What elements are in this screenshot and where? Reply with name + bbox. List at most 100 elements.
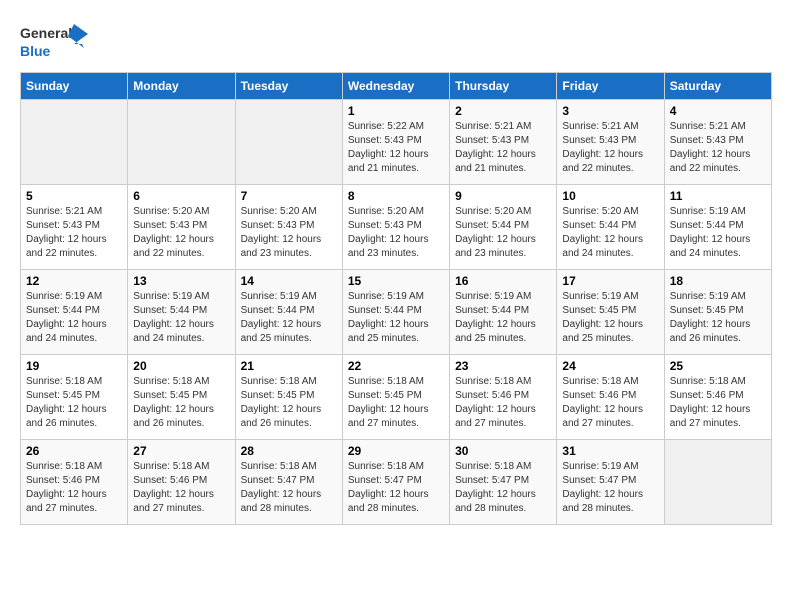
calendar-week-2: 5 Sunrise: 5:21 AM Sunset: 5:43 PM Daylig…: [21, 185, 772, 270]
day-info: Sunrise: 5:19 AM Sunset: 5:45 PM Dayligh…: [562, 290, 658, 346]
day-info: Sunrise: 5:21 AM Sunset: 5:43 PM Dayligh…: [455, 120, 551, 176]
calendar-cell: 10Sunrise: 5:20 AM Sunset: 5:44 PM Dayli…: [557, 185, 664, 270]
day-number: 21: [241, 359, 337, 373]
day-number: 13: [133, 274, 229, 288]
header-cell-saturday: Saturday: [664, 73, 771, 100]
day-number: 20: [133, 359, 229, 373]
calendar-cell: 25Sunrise: 5:18 AM Sunset: 5:46 PM Dayli…: [664, 355, 771, 440]
day-number: 2: [455, 104, 551, 118]
calendar-cell: 26 Sunrise: 5:18 AM Sunset: 5:46 PM Dayli…: [21, 440, 128, 525]
svg-text:General: General: [20, 25, 72, 41]
day-info: Sunrise: 5:20 AM Sunset: 5:44 PM Dayligh…: [455, 205, 551, 261]
day-info: Sunrise: 5:21 AM Sunset: 5:43 PM Dayligh…: [26, 205, 122, 261]
calendar-cell: 11 Sunrise: 5:19 AM Sunset: 5:44 PM Dayli…: [664, 185, 771, 270]
svg-text:Blue: Blue: [20, 43, 51, 59]
day-number: 16: [455, 274, 551, 288]
calendar-cell: 31Sunrise: 5:19 AM Sunset: 5:47 PM Dayli…: [557, 440, 664, 525]
calendar-cell: 23 Sunrise: 5:18 AM Sunset: 5:46 PM Dayli…: [450, 355, 557, 440]
day-info: Sunrise: 5:18 AM Sunset: 5:46 PM Dayligh…: [133, 460, 229, 516]
calendar-cell: 28 Sunrise: 5:18 AM Sunset: 5:47 PM Dayli…: [235, 440, 342, 525]
day-number: 15: [348, 274, 444, 288]
calendar-cell: 6 Sunrise: 5:20 AM Sunset: 5:43 PM Daylig…: [128, 185, 235, 270]
day-info: Sunrise: 5:18 AM Sunset: 5:45 PM Dayligh…: [348, 375, 444, 431]
day-number: 26: [26, 444, 122, 458]
calendar-cell: 16Sunrise: 5:19 AM Sunset: 5:44 PM Dayli…: [450, 270, 557, 355]
day-info: Sunrise: 5:20 AM Sunset: 5:43 PM Dayligh…: [348, 205, 444, 261]
calendar-cell: 13Sunrise: 5:19 AM Sunset: 5:44 PM Dayli…: [128, 270, 235, 355]
day-info: Sunrise: 5:18 AM Sunset: 5:46 PM Dayligh…: [26, 460, 122, 516]
day-number: 9: [455, 189, 551, 203]
day-info: Sunrise: 5:18 AM Sunset: 5:45 PM Dayligh…: [241, 375, 337, 431]
day-number: 12: [26, 274, 122, 288]
logo: General Blue: [20, 20, 90, 62]
calendar-header: SundayMondayTuesdayWednesdayThursdayFrid…: [21, 73, 772, 100]
calendar-cell: 9 Sunrise: 5:20 AM Sunset: 5:44 PM Daylig…: [450, 185, 557, 270]
day-info: Sunrise: 5:18 AM Sunset: 5:45 PM Dayligh…: [26, 375, 122, 431]
day-number: 7: [241, 189, 337, 203]
header-cell-friday: Friday: [557, 73, 664, 100]
day-info: Sunrise: 5:19 AM Sunset: 5:44 PM Dayligh…: [670, 205, 766, 261]
header-cell-wednesday: Wednesday: [342, 73, 449, 100]
calendar-body: 1 Sunrise: 5:22 AM Sunset: 5:43 PM Daylig…: [21, 100, 772, 525]
calendar-cell: 12 Sunrise: 5:19 AM Sunset: 5:44 PM Dayli…: [21, 270, 128, 355]
calendar-cell: 14 Sunrise: 5:19 AM Sunset: 5:44 PM Dayli…: [235, 270, 342, 355]
calendar-week-1: 1 Sunrise: 5:22 AM Sunset: 5:43 PM Daylig…: [21, 100, 772, 185]
day-number: 31: [562, 444, 658, 458]
calendar-cell: 21 Sunrise: 5:18 AM Sunset: 5:45 PM Dayli…: [235, 355, 342, 440]
calendar-cell: 8Sunrise: 5:20 AM Sunset: 5:43 PM Daylig…: [342, 185, 449, 270]
day-number: 14: [241, 274, 337, 288]
logo-svg: General Blue: [20, 20, 90, 62]
day-info: Sunrise: 5:18 AM Sunset: 5:45 PM Dayligh…: [133, 375, 229, 431]
calendar-cell: 2 Sunrise: 5:21 AM Sunset: 5:43 PM Daylig…: [450, 100, 557, 185]
day-info: Sunrise: 5:18 AM Sunset: 5:46 PM Dayligh…: [562, 375, 658, 431]
day-number: 5: [26, 189, 122, 203]
day-number: 18: [670, 274, 766, 288]
calendar-table: SundayMondayTuesdayWednesdayThursdayFrid…: [20, 72, 772, 525]
day-info: Sunrise: 5:20 AM Sunset: 5:43 PM Dayligh…: [133, 205, 229, 261]
day-number: 30: [455, 444, 551, 458]
day-number: 24: [562, 359, 658, 373]
calendar-cell: 1 Sunrise: 5:22 AM Sunset: 5:43 PM Daylig…: [342, 100, 449, 185]
calendar-week-4: 19 Sunrise: 5:18 AM Sunset: 5:45 PM Dayli…: [21, 355, 772, 440]
day-number: 6: [133, 189, 229, 203]
calendar-cell: 5 Sunrise: 5:21 AM Sunset: 5:43 PM Daylig…: [21, 185, 128, 270]
day-number: 19: [26, 359, 122, 373]
calendar-week-5: 26 Sunrise: 5:18 AM Sunset: 5:46 PM Dayli…: [21, 440, 772, 525]
day-info: Sunrise: 5:19 AM Sunset: 5:44 PM Dayligh…: [241, 290, 337, 346]
calendar-cell: [21, 100, 128, 185]
calendar-cell: 7Sunrise: 5:20 AM Sunset: 5:43 PM Daylig…: [235, 185, 342, 270]
day-number: 23: [455, 359, 551, 373]
calendar-cell: 27 Sunrise: 5:18 AM Sunset: 5:46 PM Dayli…: [128, 440, 235, 525]
page-header: General Blue: [20, 20, 772, 62]
day-number: 29: [348, 444, 444, 458]
day-info: Sunrise: 5:19 AM Sunset: 5:44 PM Dayligh…: [348, 290, 444, 346]
day-number: 11: [670, 189, 766, 203]
day-number: 27: [133, 444, 229, 458]
header-cell-monday: Monday: [128, 73, 235, 100]
day-info: Sunrise: 5:18 AM Sunset: 5:47 PM Dayligh…: [348, 460, 444, 516]
day-info: Sunrise: 5:19 AM Sunset: 5:45 PM Dayligh…: [670, 290, 766, 346]
day-number: 1: [348, 104, 444, 118]
day-info: Sunrise: 5:18 AM Sunset: 5:47 PM Dayligh…: [455, 460, 551, 516]
day-info: Sunrise: 5:21 AM Sunset: 5:43 PM Dayligh…: [670, 120, 766, 176]
day-info: Sunrise: 5:18 AM Sunset: 5:46 PM Dayligh…: [455, 375, 551, 431]
day-info: Sunrise: 5:19 AM Sunset: 5:44 PM Dayligh…: [26, 290, 122, 346]
calendar-cell: [128, 100, 235, 185]
day-info: Sunrise: 5:22 AM Sunset: 5:43 PM Dayligh…: [348, 120, 444, 176]
header-cell-tuesday: Tuesday: [235, 73, 342, 100]
day-info: Sunrise: 5:18 AM Sunset: 5:47 PM Dayligh…: [241, 460, 337, 516]
day-number: 28: [241, 444, 337, 458]
calendar-cell: 19 Sunrise: 5:18 AM Sunset: 5:45 PM Dayli…: [21, 355, 128, 440]
day-number: 22: [348, 359, 444, 373]
calendar-cell: 15 Sunrise: 5:19 AM Sunset: 5:44 PM Dayli…: [342, 270, 449, 355]
day-info: Sunrise: 5:21 AM Sunset: 5:43 PM Dayligh…: [562, 120, 658, 176]
calendar-cell: 29 Sunrise: 5:18 AM Sunset: 5:47 PM Dayli…: [342, 440, 449, 525]
calendar-cell: 20 Sunrise: 5:18 AM Sunset: 5:45 PM Dayli…: [128, 355, 235, 440]
calendar-cell: 4Sunrise: 5:21 AM Sunset: 5:43 PM Daylig…: [664, 100, 771, 185]
header-cell-thursday: Thursday: [450, 73, 557, 100]
calendar-cell: [235, 100, 342, 185]
header-cell-sunday: Sunday: [21, 73, 128, 100]
calendar-cell: 17Sunrise: 5:19 AM Sunset: 5:45 PM Dayli…: [557, 270, 664, 355]
calendar-cell: 18 Sunrise: 5:19 AM Sunset: 5:45 PM Dayli…: [664, 270, 771, 355]
calendar-cell: 24 Sunrise: 5:18 AM Sunset: 5:46 PM Dayli…: [557, 355, 664, 440]
